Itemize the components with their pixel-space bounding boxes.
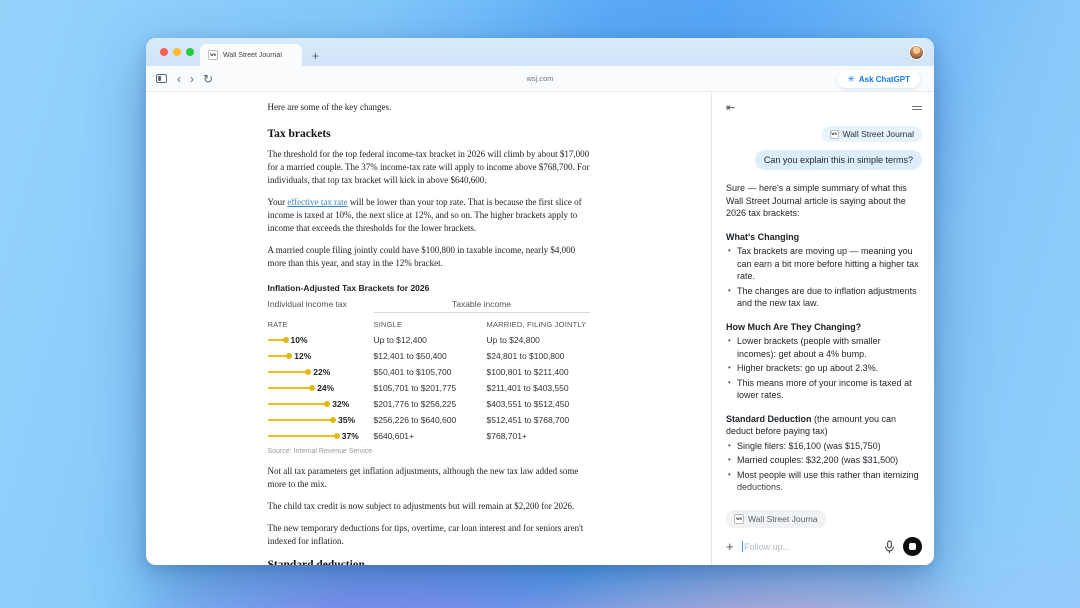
rate-bar bbox=[268, 355, 291, 358]
table-row: 22% $50,401 to $105,700 $100,801 to $211… bbox=[268, 364, 590, 380]
tab-title: Wall Street Journal bbox=[223, 52, 282, 59]
stop-button[interactable] bbox=[903, 537, 922, 556]
close-window-button[interactable] bbox=[160, 48, 168, 56]
assistant-bullet: Lower brackets (people with smaller inco… bbox=[726, 335, 922, 360]
attach-plus-icon[interactable]: + bbox=[726, 540, 734, 553]
table-row: 24% $105,701 to $201,775 $211,401 to $40… bbox=[268, 380, 590, 396]
wsj-favicon-icon: ws bbox=[830, 130, 839, 139]
article-paragraph: Here are some of the key changes. bbox=[268, 101, 590, 114]
table-row: 32% $201,776 to $256,225 $403,551 to $51… bbox=[268, 396, 590, 412]
article-paragraph: The child tax credit is now subject to a… bbox=[268, 500, 590, 513]
article-heading-standard-deduction: Standard deduction bbox=[268, 559, 590, 565]
followup-input[interactable] bbox=[744, 542, 880, 552]
tab-wall-street-journal[interactable]: ws Wall Street Journal bbox=[200, 44, 302, 66]
wsj-favicon-icon: ws bbox=[208, 50, 218, 60]
address-bar[interactable]: wsj.com bbox=[146, 74, 934, 83]
tab-bar: ws Wall Street Journal + bbox=[146, 38, 934, 66]
openai-logo-icon: ✳ bbox=[847, 75, 855, 84]
assistant-bullet: Married couples: $32,200 (was $31,500) bbox=[726, 454, 922, 467]
chatgpt-sidebar: ⇤ ws Wall Street Journal Can you explain… bbox=[711, 92, 934, 565]
table-group-left: Individual income tax bbox=[268, 299, 374, 313]
collapse-sidebar-icon[interactable]: ⇤ bbox=[726, 103, 735, 114]
browser-window: ws Wall Street Journal + ‹ › ↻ wsj.com ✳… bbox=[146, 38, 934, 565]
microphone-icon[interactable] bbox=[884, 540, 895, 554]
window-controls bbox=[160, 48, 194, 56]
article-paragraph: The new temporary deductions for tips, o… bbox=[268, 522, 590, 548]
table-row: 10% Up to $12,400 Up to $24,800 bbox=[268, 332, 590, 348]
article-paragraph: A married couple filing jointly could ha… bbox=[268, 244, 590, 270]
new-tab-button[interactable]: + bbox=[312, 50, 319, 62]
assistant-section-heading: How Much Are They Changing? bbox=[726, 321, 922, 334]
assistant-section-heading: What's Changing bbox=[726, 231, 922, 244]
minimize-window-button[interactable] bbox=[173, 48, 181, 56]
article-paragraph: The threshold for the top federal income… bbox=[268, 148, 590, 187]
assistant-bullet: This means more of your income is taxed … bbox=[726, 377, 922, 402]
browser-toolbar: ‹ › ↻ wsj.com ✳ Ask ChatGPT bbox=[146, 66, 934, 92]
assistant-bullet: The changes are due to inflation adjustm… bbox=[726, 285, 922, 310]
assistant-section-heading: Standard Deduction (the amount you can d… bbox=[726, 413, 922, 438]
rate-bar bbox=[268, 403, 329, 406]
text-caret bbox=[742, 541, 744, 552]
table-row: 35% $256,226 to $640,600 $512,451 to $76… bbox=[268, 412, 590, 428]
desktop: ws Wall Street Journal + ‹ › ↻ wsj.com ✳… bbox=[0, 0, 1080, 608]
tax-brackets-table: Inflation-Adjusted Tax Brackets for 2026… bbox=[268, 283, 590, 455]
article-page: Here are some of the key changes. Tax br… bbox=[146, 92, 711, 565]
wsj-favicon-icon: ws bbox=[734, 514, 744, 524]
rate-bar bbox=[268, 339, 287, 342]
article-paragraph: Your effective tax rate will be lower th… bbox=[268, 196, 590, 235]
stop-icon bbox=[909, 543, 916, 550]
zoom-window-button[interactable] bbox=[186, 48, 194, 56]
table-source: Source: Internal Revenue Service bbox=[268, 448, 590, 455]
rate-bar bbox=[268, 387, 314, 390]
page-context-chip[interactable]: ws Wall Street Journal bbox=[822, 126, 923, 142]
column-header-single: SINGLE bbox=[374, 316, 487, 332]
effective-tax-rate-link[interactable]: effective tax rate bbox=[287, 197, 347, 207]
article-paragraph: Not all tax parameters get inflation adj… bbox=[268, 465, 590, 491]
table-row: 12% $12,401 to $50,400 $24,801 to $100,8… bbox=[268, 348, 590, 364]
rate-bar bbox=[268, 371, 310, 374]
chat-footer: ws Wall Street Journa + bbox=[712, 485, 934, 565]
column-header-rate: RATE bbox=[268, 316, 374, 332]
ask-chatgpt-button[interactable]: ✳ Ask ChatGPT bbox=[837, 70, 920, 88]
table-title: Inflation-Adjusted Tax Brackets for 2026 bbox=[268, 283, 590, 293]
assistant-bullet: Tax brackets are moving up — meaning you… bbox=[726, 245, 922, 283]
assistant-bullet: Higher brackets: go up about 2.3%. bbox=[726, 362, 922, 375]
table-row: 37% $640,601+ $768,701+ bbox=[268, 428, 590, 444]
profile-avatar[interactable] bbox=[909, 45, 924, 60]
context-attachment-chip[interactable]: ws Wall Street Journa bbox=[726, 510, 826, 528]
sidebar-menu-icon[interactable] bbox=[912, 103, 922, 112]
assistant-bullet: Single filers: $16,100 (was $15,750) bbox=[726, 440, 922, 453]
composer: + bbox=[726, 537, 922, 556]
rate-bar bbox=[268, 435, 338, 438]
rate-bar bbox=[268, 419, 335, 422]
scroll-fade bbox=[712, 485, 934, 507]
column-header-married: MARRIED, FILING JOINTLY bbox=[487, 316, 590, 332]
table-group-right: Taxable income bbox=[374, 299, 590, 313]
user-message-bubble: Can you explain this in simple terms? bbox=[755, 150, 922, 170]
article-heading-tax-brackets: Tax brackets bbox=[268, 128, 590, 140]
